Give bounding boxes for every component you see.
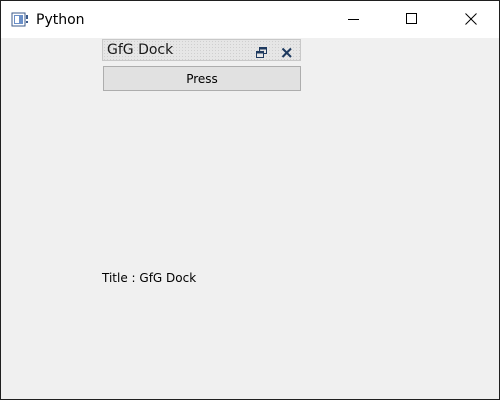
dock-titlebar[interactable]: GfG Dock	[102, 39, 301, 61]
dock-title: GfG Dock	[107, 42, 174, 58]
maximize-button[interactable]	[389, 1, 435, 38]
window-title: Python	[36, 12, 85, 28]
client-area: GfG Dock Press Title : GfG Dock	[1, 38, 499, 399]
maximize-icon	[406, 10, 418, 29]
window-titlebar[interactable]: Python	[1, 0, 499, 38]
close-icon	[465, 10, 477, 29]
press-button[interactable]: Press	[103, 66, 301, 91]
title-label: Title : GfG Dock	[102, 271, 197, 285]
minimize-button[interactable]	[331, 1, 377, 38]
float-icon[interactable]	[256, 44, 268, 58]
minimize-icon	[348, 10, 360, 29]
dock-close-icon[interactable]	[281, 44, 293, 58]
python-app-icon	[11, 12, 29, 28]
close-button[interactable]	[448, 1, 494, 38]
main-window: Python GfG Dock Press Title: GfG Dock	[0, 0, 500, 400]
